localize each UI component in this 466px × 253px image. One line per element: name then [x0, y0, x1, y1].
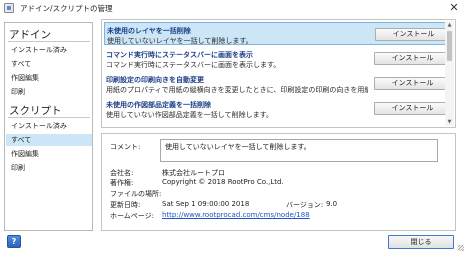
comment-label: コメント:	[110, 143, 141, 151]
updated-label: 更新日時:	[110, 201, 141, 209]
scroll-thumb[interactable]	[447, 31, 452, 61]
window-close-button[interactable]: ✕	[447, 2, 461, 14]
plugin-name: コマンド実行時にステータスバーに画面を表示	[106, 51, 253, 59]
install-button[interactable]: インストール	[374, 102, 451, 115]
install-button[interactable]: インストール	[375, 28, 452, 41]
addin-heading: アドイン	[9, 29, 51, 41]
plugin-row[interactable]: 未使用の作図部品定義を一括削除 使用していない作図部品定義を一括して削除します。…	[104, 97, 453, 120]
plugin-list: 未使用のレイヤを一括削除 使用していないレイヤを一括して削除します。 インストー…	[101, 19, 456, 128]
plugin-description: 使用していない作図部品定義を一括して削除します。	[106, 111, 273, 119]
window-title: アドイン/スクリプトの管理	[20, 4, 113, 13]
company-value: 株式会社ルートプロ	[162, 169, 225, 177]
category-sidebar: アドイン インストール済み すべて 作図編集 印刷 スクリプト インストール済み…	[4, 22, 93, 231]
homepage-label: ホームページ:	[110, 212, 155, 220]
plugin-row[interactable]: コマンド実行時にステータスバーに画面を表示 コマンド実行時にステータスバーに画面…	[104, 47, 453, 70]
title-bar: アドイン/スクリプトの管理 ✕	[0, 0, 466, 17]
plugin-name: 未使用の作図部品定義を一括削除	[106, 101, 211, 109]
install-button[interactable]: インストール	[374, 77, 451, 90]
sidebar-item-script-all[interactable]: すべて	[6, 134, 92, 146]
comment-field: 使用していないレイヤを一括して削除します。	[160, 139, 438, 162]
plugin-name: 印刷設定の印刷向きを自動変更	[106, 76, 204, 84]
addin-divider	[8, 41, 90, 42]
sidebar-item-script-print[interactable]: 印刷	[6, 162, 92, 174]
sidebar-item-addin-drawing-edit[interactable]: 作図編集	[6, 72, 92, 84]
updated-value: Sat Sep 1 09:00:00 2018	[162, 200, 250, 208]
copyright-label: 著作権:	[110, 179, 134, 187]
close-button[interactable]: 閉じる	[388, 235, 454, 249]
plugin-description: 用紙のプロパティで用紙の縦横向きを変更したときに、印刷設定の印刷の向きを用紙の向…	[106, 86, 368, 94]
file-location-label: ファイルの場所:	[110, 190, 162, 198]
sidebar-item-script-drawing-edit[interactable]: 作図編集	[6, 148, 92, 160]
sidebar-item-script-installed[interactable]: インストール済み	[6, 120, 92, 132]
plugin-list-scrollbar[interactable]: ▲ ▼	[445, 21, 454, 126]
plugin-row[interactable]: 印刷設定の印刷向きを自動変更 用紙のプロパティで用紙の縦横向きを変更したときに、…	[104, 72, 453, 95]
app-icon	[4, 3, 14, 13]
sidebar-item-addin-print[interactable]: 印刷	[6, 86, 92, 98]
sidebar-item-addin-installed[interactable]: インストール済み	[6, 44, 92, 56]
resize-grip-icon[interactable]	[458, 245, 464, 251]
company-label: 会社名:	[110, 169, 134, 177]
copyright-value: Copyright © 2018 RootPro Co.,Ltd.	[162, 178, 284, 186]
version-label: バージョン:	[286, 201, 324, 209]
plugin-description: 使用していないレイヤを一括して削除します。	[107, 37, 253, 45]
help-button[interactable]: ?	[7, 235, 21, 248]
scroll-down-icon[interactable]: ▼	[445, 118, 454, 126]
script-divider	[8, 117, 90, 118]
plugin-name: 未使用のレイヤを一括削除	[107, 27, 191, 35]
homepage-link[interactable]: http://www.rootprocad.com/cms/node/188	[162, 211, 310, 219]
plugin-row[interactable]: 未使用のレイヤを一括削除 使用していないレイヤを一括して削除します。 インストー…	[104, 22, 453, 45]
plugin-description: コマンド実行時にステータスバーに画面を表示します。	[106, 61, 281, 69]
details-panel: コメント: 使用していないレイヤを一括して削除します。 会社名: 株式会社ルート…	[101, 133, 456, 231]
install-button[interactable]: インストール	[374, 52, 451, 65]
version-value: 9.0	[326, 200, 338, 208]
scroll-up-icon[interactable]: ▲	[445, 21, 454, 29]
script-heading: スクリプト	[9, 105, 62, 117]
sidebar-item-addin-all[interactable]: すべて	[6, 58, 92, 70]
